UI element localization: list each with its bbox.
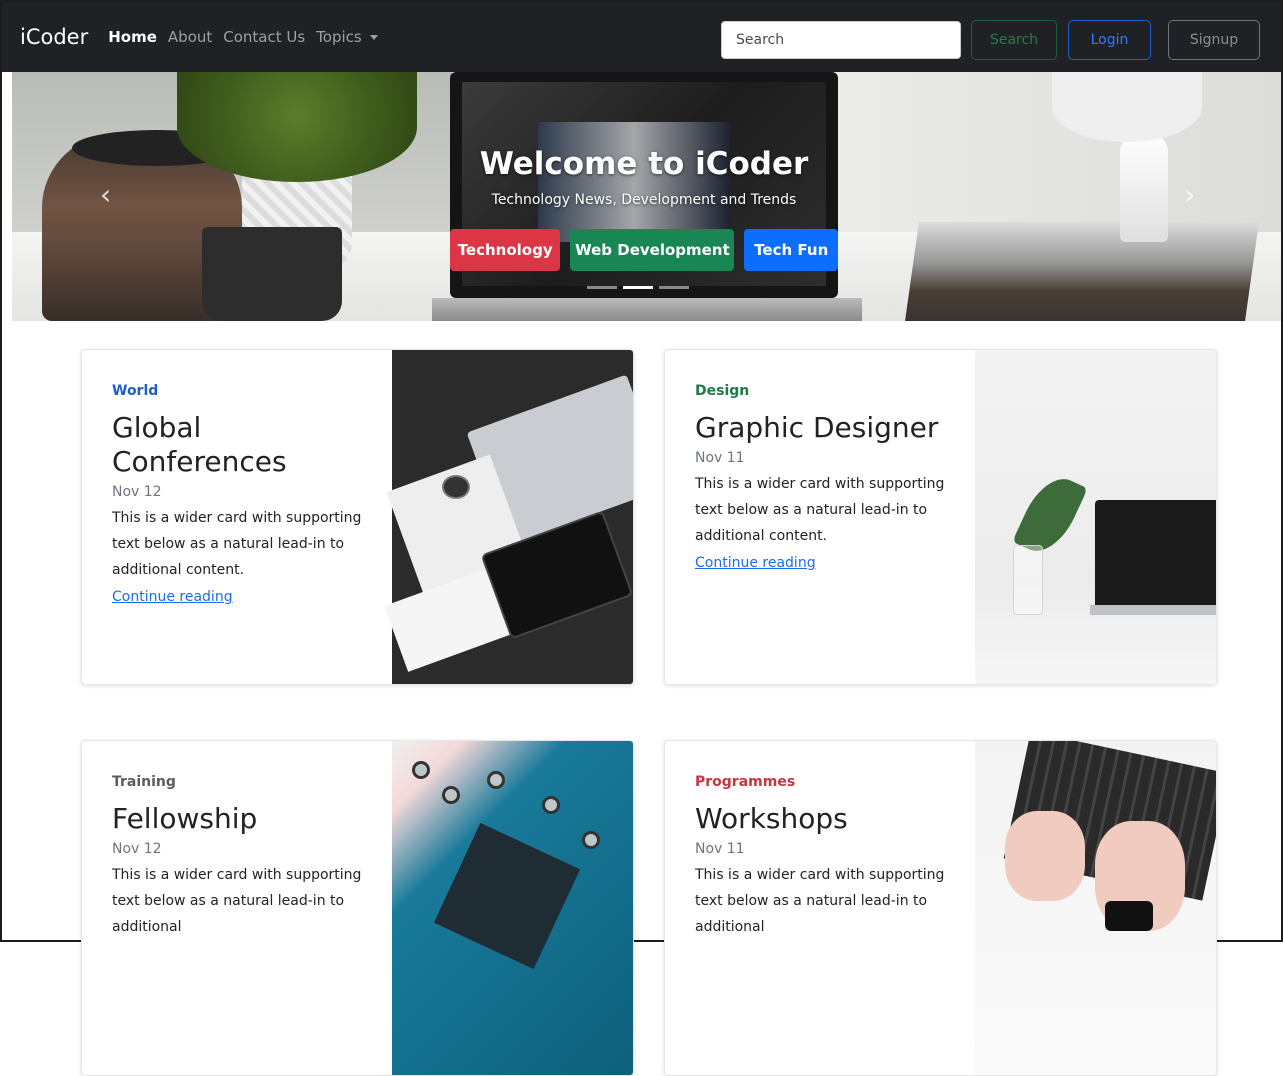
continue-reading-link[interactable]: Continue reading (112, 589, 233, 605)
card-date: Nov 11 (695, 450, 745, 466)
card-category: Training (112, 774, 176, 790)
search-button[interactable]: Search (971, 20, 1057, 60)
component-image (487, 771, 505, 789)
lamp-shade-image (1052, 72, 1202, 142)
login-button[interactable]: Login (1068, 20, 1151, 60)
lamp-base-image (1120, 132, 1168, 242)
hero-subtitle: Technology News, Development and Trends (491, 192, 797, 208)
card-date: Nov 12 (112, 484, 162, 500)
component-image (412, 761, 430, 779)
caret-down-icon (369, 35, 378, 40)
tech-fun-button[interactable]: Tech Fun (744, 229, 838, 271)
nav-link-about[interactable]: About (168, 28, 212, 46)
carousel-indicators (587, 286, 689, 289)
component-image (582, 831, 600, 849)
watch-image (442, 475, 470, 499)
hero-carousel: ‹ › Welcome to iCoder Technology News, D… (12, 72, 1281, 321)
card-text: This is a wider card with supporting tex… (695, 867, 945, 935)
mug-image (202, 227, 342, 321)
card-image-circuit-board (392, 741, 633, 1075)
hero-title: Welcome to iCoder (479, 146, 809, 182)
article-card: World Global Conferences Nov 12 This is … (81, 349, 634, 685)
web-development-button[interactable]: Web Development (570, 229, 735, 271)
nav-link-home[interactable]: Home (108, 28, 157, 46)
search-input[interactable] (721, 21, 961, 59)
card-category: Programmes (695, 774, 796, 790)
laptop-keyboard-image (432, 298, 862, 321)
card-title: Global Conferences (112, 411, 287, 478)
card-date: Nov 11 (695, 841, 745, 857)
article-card: Training Fellowship Nov 12 This is a wid… (81, 740, 634, 1076)
component-image (442, 786, 460, 804)
card-title: Workshops (695, 802, 848, 835)
carousel-indicator-3[interactable] (659, 286, 689, 289)
plant-image (177, 72, 417, 182)
card-text: This is a wider card with supporting tex… (112, 510, 362, 578)
continue-reading-link[interactable]: Continue reading (695, 555, 816, 571)
chip-image (433, 822, 581, 970)
card-title: Fellowship (112, 802, 258, 835)
carousel-prev-icon[interactable]: ‹ (100, 180, 114, 210)
card-category: World (112, 383, 159, 399)
card-title: Graphic Designer (695, 411, 939, 444)
carousel-caption: Welcome to iCoder Technology News, Devel… (450, 147, 838, 271)
nav-dropdown-topics[interactable]: Topics (316, 28, 378, 46)
card-image-devices (384, 350, 633, 684)
signup-button[interactable]: Signup (1168, 20, 1260, 60)
card-image-typing (975, 741, 1216, 1075)
vase-image (1013, 545, 1043, 615)
article-card: Programmes Workshops Nov 11 This is a wi… (664, 740, 1217, 1076)
carousel-next-icon[interactable]: › (1184, 180, 1198, 210)
component-image (542, 796, 560, 814)
article-card: Design Graphic Designer Nov 11 This is a… (664, 349, 1217, 685)
card-text: This is a wider card with supporting tex… (112, 867, 362, 935)
books-image (905, 222, 1259, 321)
nav-link-contact[interactable]: Contact Us (223, 28, 305, 46)
technology-button[interactable]: Technology (450, 229, 561, 271)
card-text: This is a wider card with supporting tex… (695, 476, 945, 544)
hand-image (1005, 811, 1085, 901)
brand-logo[interactable]: iCoder (20, 25, 88, 49)
laptop-image (1095, 500, 1216, 612)
laptop-base-image (1090, 605, 1216, 615)
carousel-indicator-2[interactable] (623, 286, 653, 289)
watch-image (1105, 901, 1153, 931)
nav-dropdown-topics-label: Topics (316, 28, 362, 46)
card-image-desk (975, 350, 1216, 684)
card-date: Nov 12 (112, 841, 162, 857)
carousel-indicator-1[interactable] (587, 286, 617, 289)
navbar: iCoder Home About Contact Us Topics Sear… (2, 2, 1281, 72)
card-category: Design (695, 383, 750, 399)
